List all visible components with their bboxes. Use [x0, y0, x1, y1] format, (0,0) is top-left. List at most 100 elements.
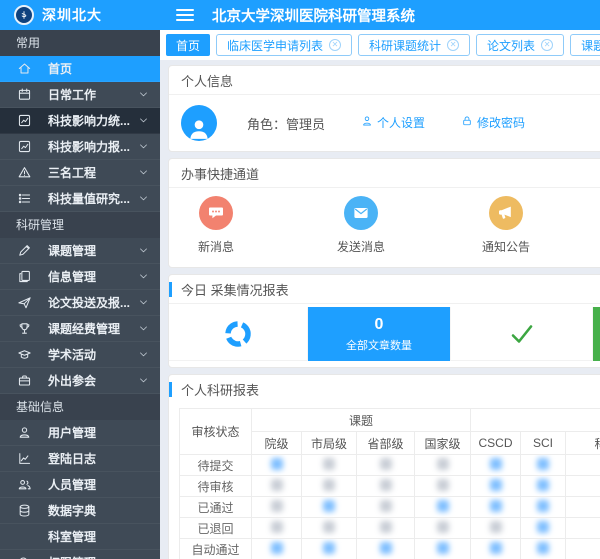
- tab-论文列表[interactable]: 论文列表✕: [476, 34, 564, 56]
- value-cell[interactable]: [302, 497, 357, 518]
- value-cell: [252, 497, 302, 518]
- tab-科研课题统计[interactable]: 科研课题统计 ✕: [358, 34, 470, 56]
- person-icon: [361, 115, 373, 130]
- redacted-value: [537, 458, 549, 470]
- sidebar-item-人员管理[interactable]: 人员管理: [0, 472, 160, 498]
- research-report-table: 审核状态课题论文院级市局级省部级国家级CSCDSCI科技核心（统计源）期刊待提交…: [179, 408, 600, 559]
- value-cell: [566, 476, 600, 497]
- row-label-待审核: 待审核: [180, 476, 252, 497]
- sidebar-section-label: 基础信息: [0, 394, 160, 420]
- value-cell[interactable]: [521, 497, 566, 518]
- home-icon: [16, 61, 32, 77]
- sidebar-item-登陆日志[interactable]: 登陆日志: [0, 446, 160, 472]
- close-tab-icon[interactable]: ✕: [447, 39, 459, 51]
- profile-card: 个人信息 角色：管理员 个人设置修改密码: [168, 65, 600, 152]
- sidebar-item-数据字典[interactable]: 数据字典: [0, 498, 160, 524]
- sidebar-item-科技影响力统[interactable]: 科技影响力统...: [0, 108, 160, 134]
- value-cell[interactable]: [357, 539, 415, 559]
- quick-item-通知公告[interactable]: 通知公告: [459, 196, 553, 255]
- line-chart-icon: [16, 451, 32, 467]
- link-label: 修改密码: [477, 114, 525, 131]
- value-cell[interactable]: [521, 518, 566, 539]
- close-tab-icon[interactable]: ✕: [541, 39, 553, 51]
- value-cell[interactable]: [471, 497, 521, 518]
- row-label-已退回: 已退回: [180, 518, 252, 539]
- chevron-down-icon: [138, 141, 150, 152]
- chevron-down-icon: [138, 245, 150, 256]
- sidebar-item-label: 人员管理: [48, 476, 150, 493]
- sidebar-item-科室管理[interactable]: 科室管理: [0, 524, 160, 550]
- sidebar-item-日常工作[interactable]: 日常工作: [0, 82, 160, 108]
- value-cell[interactable]: [252, 539, 302, 559]
- value-cell[interactable]: [566, 455, 600, 476]
- quick-item-label: 发送消息: [337, 238, 385, 255]
- tab-label: 科研课题统计: [369, 37, 441, 54]
- quick-item-发送消息[interactable]: 发送消息: [314, 196, 408, 255]
- tab-label: 课题费用报表: [581, 37, 600, 54]
- logo[interactable]: 深圳北大: [0, 0, 160, 30]
- redacted-value: [323, 479, 335, 491]
- sidebar-item-label: 信息管理: [48, 268, 138, 285]
- value-cell[interactable]: [415, 539, 471, 559]
- value-cell[interactable]: [566, 497, 600, 518]
- sidebar-item-课题经费管理[interactable]: 课题经费管理: [0, 316, 160, 342]
- sidebar-item-论文投送及报[interactable]: 论文投送及报...: [0, 290, 160, 316]
- tab-临床医学申请列表[interactable]: 临床医学申请列表 ✕: [216, 34, 352, 56]
- stat-cell-article-count[interactable]: 0全部文章数量: [308, 307, 451, 361]
- value-cell[interactable]: [521, 539, 566, 559]
- main-area: 首页临床医学申请列表✕科研课题统计✕论文列表✕课题费用报表✕用户列表✕ 个人信息…: [160, 30, 600, 559]
- stat-cell-pie-ring-icon[interactable]: [169, 307, 308, 361]
- value-cell[interactable]: [252, 455, 302, 476]
- sidebar-item-label: 科室管理: [48, 528, 150, 545]
- value-cell: [357, 455, 415, 476]
- redacted-value: [323, 521, 335, 533]
- close-tab-icon[interactable]: ✕: [329, 39, 341, 51]
- profile-card-title: 个人信息: [169, 66, 600, 95]
- sidebar-item-权限管理[interactable]: 权限管理: [0, 550, 160, 559]
- sidebar-item-学术活动[interactable]: 学术活动: [0, 342, 160, 368]
- redacted-value: [490, 479, 502, 491]
- value-cell: [357, 476, 415, 497]
- sidebar-item-三名工程[interactable]: 三名工程: [0, 160, 160, 186]
- tab-label: 临床医学申请列表: [227, 37, 323, 54]
- value-cell[interactable]: [471, 539, 521, 559]
- value-cell[interactable]: [566, 539, 600, 559]
- redacted-value: [490, 521, 502, 533]
- tab-首页[interactable]: 首页: [166, 34, 210, 56]
- sidebar-item-信息管理[interactable]: 信息管理: [0, 264, 160, 290]
- change-password-link[interactable]: 修改密码: [461, 114, 525, 131]
- sidebar-item-label: 三名工程: [48, 164, 138, 181]
- sidebar-item-首页[interactable]: 首页: [0, 56, 160, 82]
- column-header-院级: 院级: [252, 432, 302, 455]
- tab-label: 首页: [176, 37, 200, 54]
- quick-item-label: 新消息: [198, 238, 234, 255]
- redacted-value: [380, 542, 392, 554]
- value-cell[interactable]: [566, 518, 600, 539]
- value-cell[interactable]: [471, 476, 521, 497]
- value-cell[interactable]: [521, 455, 566, 476]
- trophy-icon: [16, 321, 32, 337]
- quick-item-新消息[interactable]: 新消息: [169, 196, 263, 255]
- sidebar-item-课题管理[interactable]: 课题管理: [0, 238, 160, 264]
- table-row: 已退回: [180, 518, 600, 539]
- value-cell[interactable]: [415, 497, 471, 518]
- menu-toggle-icon[interactable]: [176, 9, 194, 22]
- lock-icon: [461, 115, 473, 130]
- table-row: 待提交: [180, 455, 600, 476]
- redacted-value: [437, 521, 449, 533]
- value-cell[interactable]: [521, 476, 566, 497]
- column-header-科技核心（统计源）期刊: 科技核心（统计源）期刊: [566, 432, 600, 455]
- stat-cell-color[interactable]: [593, 307, 600, 361]
- redacted-value: [490, 500, 502, 512]
- redacted-value: [537, 542, 549, 554]
- sidebar-item-外出参会[interactable]: 外出参会: [0, 368, 160, 394]
- value-cell[interactable]: [471, 455, 521, 476]
- tab-课题费用报表[interactable]: 课题费用报表✕: [570, 34, 600, 56]
- stat-cell-check-icon[interactable]: [451, 307, 593, 361]
- personal-settings-link[interactable]: 个人设置: [361, 114, 425, 131]
- sidebar-item-科技量值研究[interactable]: 科技量值研究...: [0, 186, 160, 212]
- value-cell[interactable]: [302, 539, 357, 559]
- sidebar-item-用户管理[interactable]: 用户管理: [0, 420, 160, 446]
- redacted-value: [271, 521, 283, 533]
- sidebar-item-科技影响力报[interactable]: 科技影响力报...: [0, 134, 160, 160]
